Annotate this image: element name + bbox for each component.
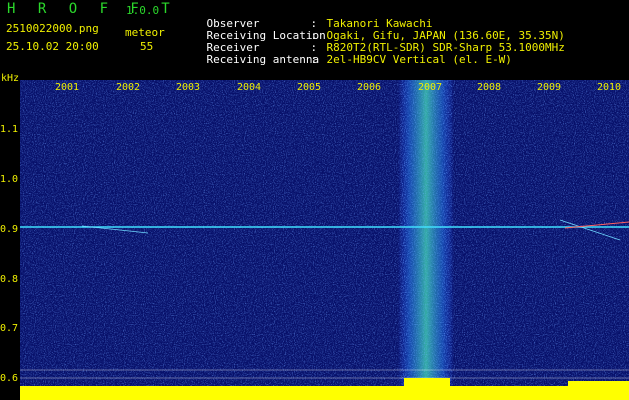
year-tick-label: 2010 — [597, 82, 621, 93]
year-tick-label: 2007 — [418, 82, 442, 93]
meteor-count: 55 — [140, 40, 154, 53]
year-tick-label: 2008 — [477, 82, 501, 93]
info-value: 2el-HB9CV Vertical (el. E-W) — [326, 53, 512, 66]
year-tick-label: 2003 — [176, 82, 200, 93]
y-tick-label: 1.1 — [0, 124, 19, 135]
meteor-label: meteor — [125, 26, 165, 39]
spectrum-noise — [20, 80, 629, 400]
year-tick-label: 2001 — [55, 82, 79, 93]
level-spike — [404, 378, 450, 388]
year-tick-label: 2009 — [537, 82, 561, 93]
y-tick-label: 0.8 — [0, 274, 19, 285]
year-tick-label: 2004 — [237, 82, 261, 93]
y-tick-label: 0.7 — [0, 323, 19, 334]
spectrogram-panel: 2001 2002 2003 2004 2005 2006 2007 2008 … — [20, 80, 629, 400]
level-spike — [568, 381, 629, 388]
filename-label: 2510022000.png — [6, 22, 99, 35]
spectrogram: 2001 2002 2003 2004 2005 2006 2007 2008 … — [20, 80, 629, 400]
level-bar — [20, 386, 629, 400]
hroftt-screen: H R O F F T 1.0.0 2510022000.png 25.10.0… — [0, 0, 629, 400]
y-tick-label: 1.0 — [0, 174, 19, 185]
info-sep: : — [310, 53, 318, 66]
axis-unit-label: kHz — [1, 73, 20, 84]
y-tick-label: 0.6 — [0, 373, 19, 384]
year-tick-label: 2006 — [357, 82, 381, 93]
y-tick-label: 0.9 — [0, 224, 19, 235]
app-version: 1.0.0 — [126, 4, 160, 17]
info-row-antenna: Receiving antenna: 2el-HB9CV Vertical (el… — [180, 40, 512, 79]
year-tick-label: 2005 — [297, 82, 321, 93]
datetime-label: 25.10.02 20:00 — [6, 40, 99, 53]
info-key: Receiving antenna — [206, 53, 320, 66]
year-tick-label: 2002 — [116, 82, 140, 93]
noise-burst-speckle — [400, 80, 452, 390]
